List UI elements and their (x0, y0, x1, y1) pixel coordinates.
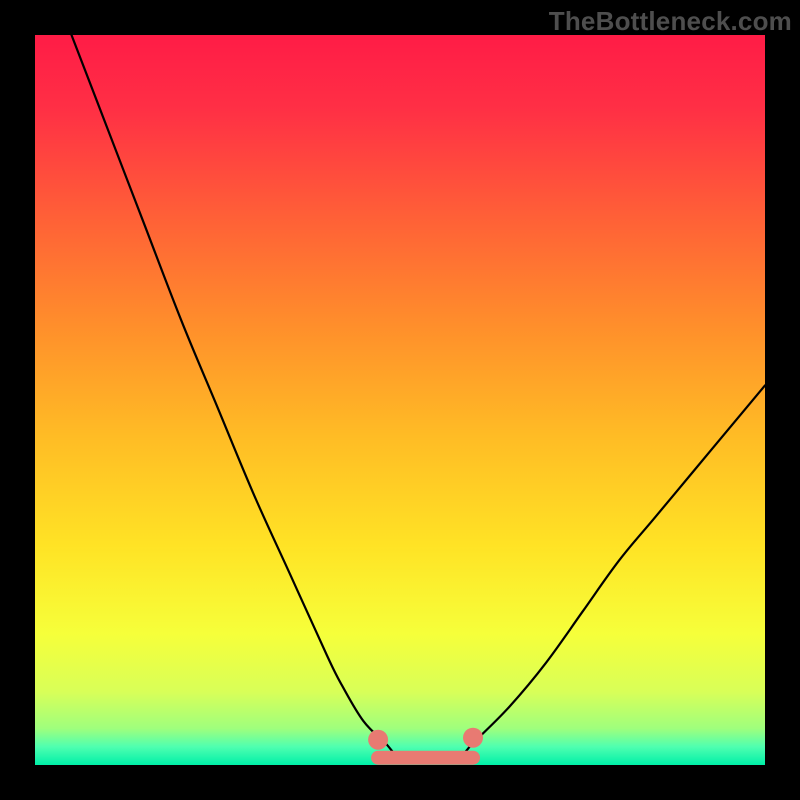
bottleneck-curve (72, 35, 766, 759)
plot-area (35, 35, 765, 765)
watermark-text: TheBottleneck.com (549, 6, 792, 37)
flat-region-start-dot (368, 730, 388, 750)
flat-region-end-dot (463, 728, 483, 748)
chart-frame: TheBottleneck.com (0, 0, 800, 800)
curve-layer (35, 35, 765, 765)
